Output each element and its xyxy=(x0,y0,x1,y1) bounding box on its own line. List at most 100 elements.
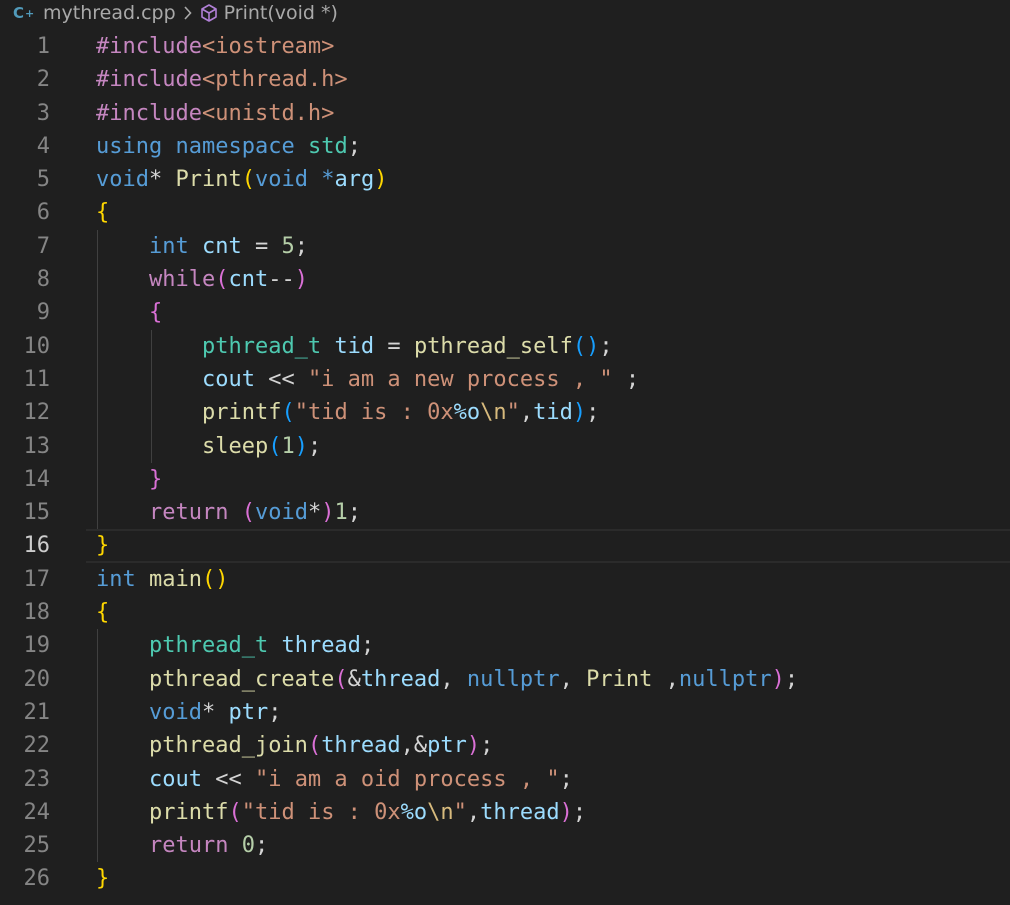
code-token: () xyxy=(201,566,229,592)
line-number[interactable]: 16 xyxy=(0,529,51,562)
code-text[interactable]: pthread_t tid = pthread_self(); xyxy=(96,330,613,363)
code-token: "i am a new process , " xyxy=(307,366,613,392)
line-number[interactable]: 2 xyxy=(0,63,50,96)
code-token: ( xyxy=(268,433,282,459)
code-text[interactable]: void* ptr; xyxy=(96,696,281,729)
code-line[interactable]: 18 { xyxy=(0,596,1010,629)
cpp-file-icon[interactable]: C + xyxy=(13,4,37,22)
code-text[interactable]: #include<iostream> xyxy=(96,30,334,63)
code-text[interactable]: pthread_create(&thread, nullptr, Print ,… xyxy=(96,663,798,696)
code-area[interactable]: 1 #include<iostream> 2 #include<pthread.h> 3… xyxy=(0,30,1010,896)
code-token: pthread_t xyxy=(148,633,269,659)
code-line[interactable]: 23 cout << "i am a oid process , "; xyxy=(0,763,1010,796)
code-token: "tid is : 0x xyxy=(294,400,454,426)
code-line[interactable]: 22 pthread_join(thread,&ptr); xyxy=(0,729,1010,762)
code-text[interactable]: pthread_t thread; xyxy=(96,629,374,662)
code-editor[interactable]: C + mythread.cpp Print(void *) 1 #include<… xyxy=(0,0,1010,905)
code-text[interactable]: sleep(1); xyxy=(96,430,321,463)
code-line[interactable]: 16} xyxy=(0,529,1010,564)
line-number[interactable]: 4 xyxy=(0,130,50,163)
breadcrumb-file-name[interactable]: mythread.cpp xyxy=(43,2,176,24)
line-number[interactable]: 15 xyxy=(0,496,51,529)
code-text[interactable]: return (void*)1; xyxy=(96,496,361,529)
code-text[interactable]: int main() xyxy=(96,563,228,596)
code-token: () xyxy=(572,333,600,359)
breadcrumb-symbol-name[interactable]: Print(void *) xyxy=(224,2,338,24)
code-text[interactable]: { xyxy=(96,296,162,329)
code-text[interactable]: { xyxy=(96,596,109,629)
line-number[interactable]: 13 xyxy=(0,430,51,463)
code-line[interactable]: 2 #include<pthread.h> xyxy=(0,63,1010,96)
line-number[interactable]: 5 xyxy=(0,163,50,196)
line-number[interactable]: 3 xyxy=(0,97,50,130)
code-text[interactable]: cout << "i am a new process , " ; xyxy=(96,363,639,396)
code-line[interactable]: 15 return (void*)1; xyxy=(0,496,1010,529)
code-line[interactable]: 3 #include<unistd.h> xyxy=(0,97,1010,130)
code-text[interactable]: } xyxy=(96,529,109,562)
code-line[interactable]: 19 pthread_t thread; xyxy=(0,629,1010,662)
code-text[interactable]: pthread_join(thread,&ptr); xyxy=(96,729,493,762)
line-number[interactable]: 6 xyxy=(0,196,50,229)
code-text[interactable]: #include<unistd.h> xyxy=(96,97,334,130)
code-text[interactable]: #include<pthread.h> xyxy=(96,63,348,96)
line-number[interactable]: 12 xyxy=(0,396,51,429)
code-line[interactable]: 17 int main() xyxy=(0,563,1010,596)
code-text[interactable]: printf("tid is : 0x%o\n",thread); xyxy=(96,796,586,829)
code-token: } xyxy=(96,866,110,892)
line-number[interactable]: 17 xyxy=(0,563,51,596)
code-text[interactable]: int cnt = 5; xyxy=(96,230,308,263)
indent-guide xyxy=(151,329,152,463)
line-number[interactable]: 21 xyxy=(0,696,51,729)
line-number[interactable]: 14 xyxy=(0,463,51,496)
code-text[interactable]: } xyxy=(96,862,109,895)
method-cube-icon xyxy=(199,3,219,23)
code-token: ; xyxy=(572,799,587,825)
code-line[interactable]: 21 void* ptr; xyxy=(0,696,1010,729)
code-line[interactable]: 26} xyxy=(0,862,1010,895)
line-number[interactable]: 19 xyxy=(0,629,51,662)
code-text[interactable]: using namespace std; xyxy=(96,130,361,163)
code-token: ) xyxy=(572,400,587,426)
code-line[interactable]: 8 while(cnt--) xyxy=(0,263,1010,296)
code-line[interactable]: 20 pthread_create(&thread, nullptr, Prin… xyxy=(0,663,1010,696)
line-number[interactable]: 25 xyxy=(0,829,51,862)
code-line[interactable]: 14 } xyxy=(0,463,1010,496)
code-text[interactable]: void* Print(void *arg) xyxy=(96,163,387,196)
code-line[interactable]: 9 { xyxy=(0,296,1010,329)
code-text[interactable]: return 0; xyxy=(96,829,268,862)
code-text[interactable]: printf("tid is : 0x%o\n",tid); xyxy=(96,396,599,429)
line-number[interactable]: 10 xyxy=(0,330,51,363)
code-line[interactable]: 7 int cnt = 5; xyxy=(0,230,1010,263)
line-number[interactable]: 9 xyxy=(0,296,50,329)
line-number[interactable]: 23 xyxy=(0,763,51,796)
code-text[interactable]: cout << "i am a oid process , "; xyxy=(96,763,573,796)
line-number[interactable]: 1 xyxy=(0,30,50,63)
line-number[interactable]: 18 xyxy=(0,596,51,629)
code-text[interactable]: } xyxy=(96,463,162,496)
code-line[interactable]: 6{ xyxy=(0,196,1010,229)
code-line[interactable]: 5 void* Print(void *arg) xyxy=(0,163,1010,196)
code-token: ; xyxy=(784,666,799,692)
code-text[interactable]: { xyxy=(96,196,109,229)
breadcrumb: C + mythread.cpp Print(void *) xyxy=(0,0,1010,26)
line-number[interactable]: 26 xyxy=(0,862,51,895)
code-line[interactable]: 25 return 0; xyxy=(0,829,1010,862)
code-text[interactable]: while(cnt--) xyxy=(96,263,308,296)
line-number[interactable]: 8 xyxy=(0,263,50,296)
code-line[interactable]: 24 printf("tid is : 0x%o\n",thread); xyxy=(0,796,1010,829)
line-number[interactable]: 11 xyxy=(0,363,51,396)
code-token: pthread_join xyxy=(148,733,308,759)
code-token: 1 xyxy=(281,433,295,459)
line-number[interactable]: 20 xyxy=(0,663,51,696)
line-number[interactable]: 24 xyxy=(0,796,51,829)
code-line[interactable]: 4 using namespace std; xyxy=(0,130,1010,163)
line-number[interactable]: 7 xyxy=(0,230,50,263)
code-token: cnt xyxy=(201,233,242,259)
code-line[interactable]: 1 #include<iostream> xyxy=(0,30,1010,63)
line-number[interactable]: 22 xyxy=(0,729,51,762)
